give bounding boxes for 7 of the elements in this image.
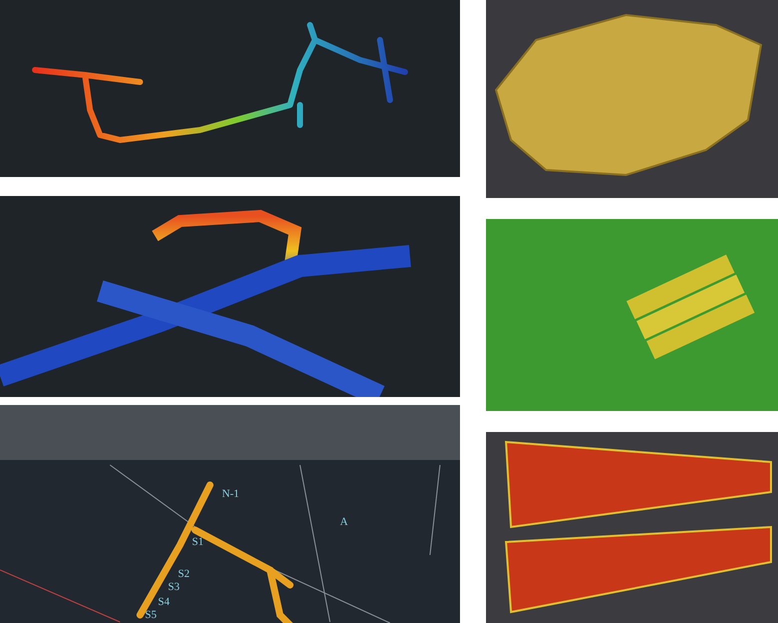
station-label: S2 [178,568,190,580]
station-label: N-1 [222,488,240,500]
station-label: A [340,516,348,528]
station-label: S1 [192,536,204,548]
station-label: S3 [168,581,180,593]
station-label: S4 [158,596,170,608]
station-label: S5 [145,609,157,621]
